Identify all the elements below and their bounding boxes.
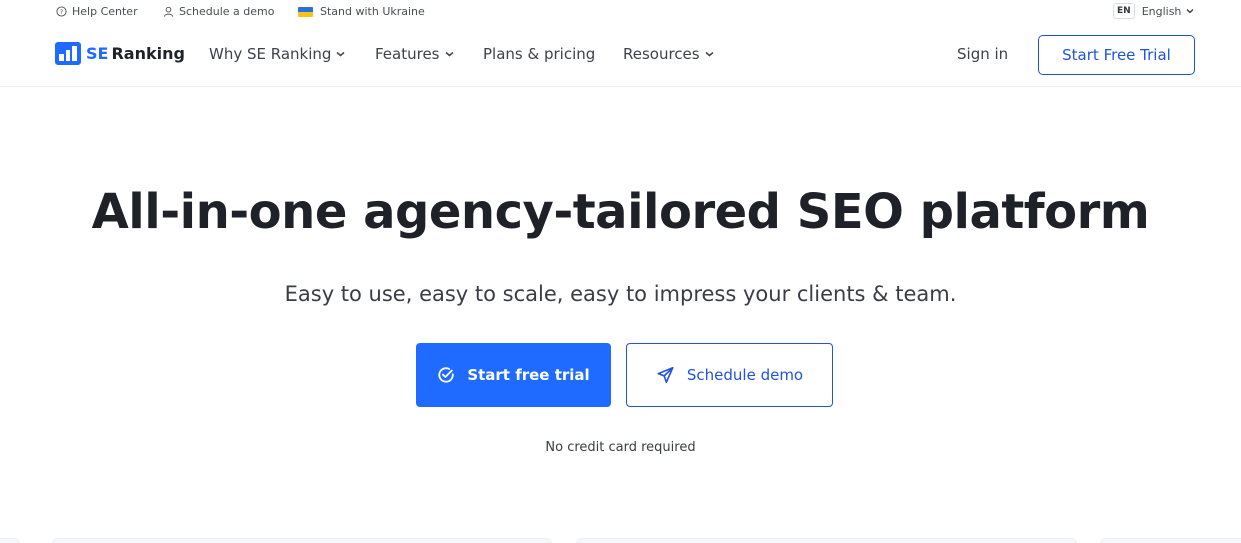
logo[interactable]: SE Ranking [55, 42, 185, 65]
no-credit-card-note: No credit card required [545, 440, 696, 455]
svg-text:?: ? [60, 8, 63, 16]
feature-card [1100, 538, 1241, 543]
schedule-demo-label: Schedule demo [686, 366, 804, 384]
nav-plans-pricing-label: Plans & pricing [483, 45, 596, 63]
check-circle-icon [438, 367, 454, 383]
sign-in-link[interactable]: Sign in [957, 45, 1008, 63]
start-free-trial-button[interactable]: Start Free Trial [1038, 35, 1195, 75]
schedule-demo-link[interactable]: Schedule a demo [163, 5, 274, 18]
help-center-link[interactable]: ? Help Center [56, 5, 138, 18]
nav-resources[interactable]: Resources [623, 45, 714, 63]
ukraine-flag-icon [298, 6, 313, 17]
nav-plans-pricing[interactable]: Plans & pricing [483, 45, 595, 63]
language-code: EN [1113, 3, 1135, 19]
start-free-trial-label: Start free trial [467, 366, 590, 384]
ukraine-label: Stand with Ukraine [320, 5, 425, 18]
user-icon [163, 6, 174, 17]
nav-why-se-ranking[interactable]: Why SE Ranking [209, 45, 345, 63]
logo-ranking: Ranking [111, 44, 185, 63]
chevron-down-icon [705, 51, 714, 57]
nav-features-label: Features [375, 45, 440, 63]
logo-bars-icon [55, 42, 81, 65]
help-center-label: Help Center [72, 5, 138, 18]
main-navigation: SE Ranking Why SE Ranking Features Plans… [0, 26, 1241, 87]
utility-bar: ? Help Center Schedule a demo Stand with… [0, 0, 1241, 26]
chevron-down-icon [1186, 9, 1194, 14]
feature-card [0, 538, 20, 543]
nav-features[interactable]: Features [375, 45, 454, 63]
paper-plane-icon [657, 366, 674, 384]
language-selector[interactable]: EN English [1113, 3, 1194, 19]
hero-title: All-in-one agency-tailored SEO platform [91, 184, 1150, 240]
feature-card [52, 538, 552, 543]
nav-resources-label: Resources [623, 45, 700, 63]
nav-why-se-ranking-label: Why SE Ranking [209, 45, 332, 63]
help-circle-icon: ? [56, 6, 67, 17]
start-free-trial-cta[interactable]: Start free trial [416, 343, 611, 407]
language-label: English [1141, 4, 1182, 18]
hero-subtitle: Easy to use, easy to scale, easy to impr… [284, 282, 957, 306]
ukraine-link[interactable]: Stand with Ukraine [298, 5, 425, 18]
chevron-down-icon [336, 51, 345, 57]
schedule-demo-cta[interactable]: Schedule demo [626, 343, 833, 407]
schedule-demo-label: Schedule a demo [179, 5, 275, 18]
feature-card [576, 538, 1077, 543]
logo-se: SE [86, 44, 109, 63]
chevron-down-icon [445, 51, 453, 57]
